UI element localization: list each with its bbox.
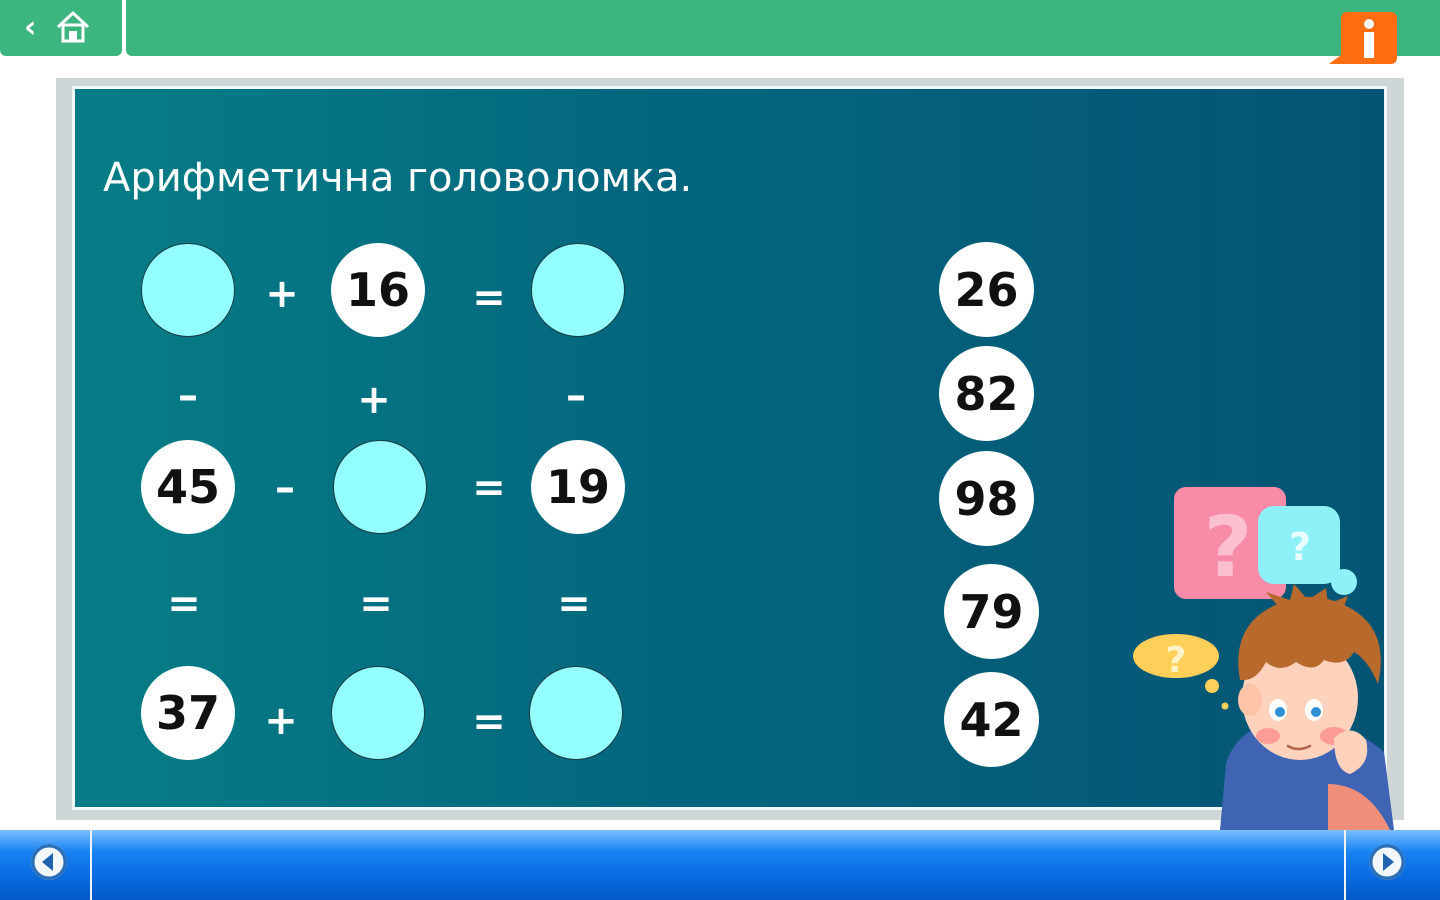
answer-tile[interactable]: 26: [939, 242, 1034, 337]
question-bubble-cyan: ?: [1258, 506, 1357, 595]
puzzle-number-r1c2: 16: [331, 243, 425, 337]
svg-text:?: ?: [1166, 640, 1187, 681]
answer-tile[interactable]: 98: [939, 451, 1034, 546]
question-bubble-yellow: ?: [1133, 634, 1229, 710]
home-icon: [56, 11, 90, 43]
svg-text:?: ?: [1204, 498, 1253, 596]
operator-equals: =: [359, 581, 393, 627]
puzzle-number-r2c3: 19: [531, 440, 625, 534]
operator-plus: +: [264, 698, 298, 744]
operator-equals: =: [557, 581, 591, 627]
answer-tile[interactable]: 79: [944, 564, 1039, 659]
operator-equals: =: [472, 465, 506, 511]
back-home-button[interactable]: ‹: [0, 0, 122, 56]
puzzle-number-r3c1: 37: [141, 666, 235, 760]
slide-title: Арифметична головоломка.: [103, 155, 693, 201]
operator-equals: =: [167, 581, 201, 627]
bottom-nav-bar: [0, 830, 1440, 900]
puzzle-slot-r1c1[interactable]: [141, 243, 235, 337]
operator-minus: –: [275, 465, 295, 511]
svg-text:?: ?: [1289, 525, 1311, 569]
thinking-boy-illustration: ? ? ?: [1133, 487, 1394, 830]
puzzle-number-r2c1: 45: [141, 440, 235, 534]
bottom-nav-track: [90, 830, 1346, 900]
answer-tile[interactable]: 42: [944, 672, 1039, 767]
operator-plus: +: [265, 271, 299, 317]
top-toolbar: [126, 0, 1440, 56]
operator-minus: –: [566, 373, 586, 419]
puzzle-slot-r1c3[interactable]: [531, 243, 625, 337]
answer-tile[interactable]: 82: [939, 346, 1034, 441]
info-button[interactable]: [1329, 12, 1397, 66]
prev-slide-button[interactable]: [31, 844, 67, 880]
operator-equals: =: [472, 699, 506, 745]
puzzle-slot-r3c3[interactable]: [529, 666, 623, 760]
next-slide-button[interactable]: [1369, 844, 1405, 880]
puzzle-slot-r2c2[interactable]: [333, 440, 427, 534]
puzzle-slot-r3c2[interactable]: [331, 666, 425, 760]
chevron-left-icon: ‹: [24, 10, 37, 45]
operator-equals: =: [472, 275, 506, 321]
operator-plus: +: [357, 377, 391, 423]
operator-minus: –: [178, 373, 198, 419]
info-icon: [1364, 19, 1374, 58]
